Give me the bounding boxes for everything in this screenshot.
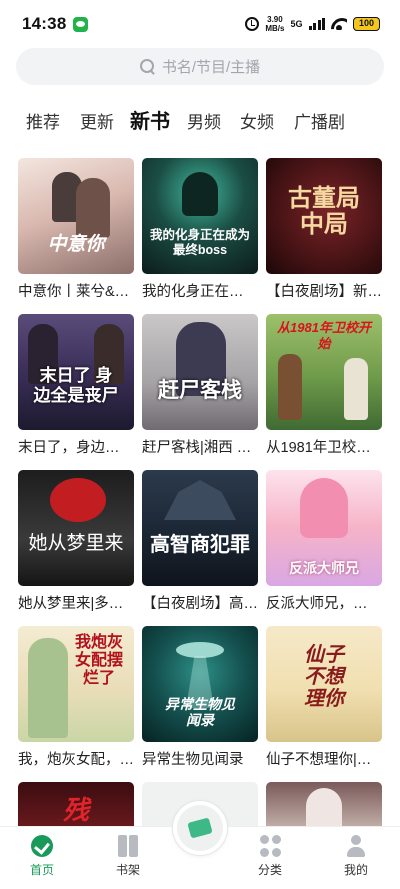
book-card[interactable]: 我的化身正在成为最终boss 我的化身正在… <box>142 158 258 301</box>
book-card[interactable]: 仙子不想理你 仙子不想理你|… <box>266 626 382 769</box>
cover-title: 中意你 <box>47 234 105 255</box>
book-cover: 古董局中局 <box>266 158 382 274</box>
category-tabs: 推荐 更新 新书 男频 女频 广播剧 <box>0 104 400 136</box>
book-cover: 她从梦里来 <box>18 470 134 586</box>
book-cover: 末日了 身边全是丧尸 <box>18 314 134 430</box>
book-card[interactable]: 从1981年卫校开始 从1981年卫校… <box>266 314 382 457</box>
book-title: 【白夜剧场】高… <box>142 596 258 612</box>
net-speed-value: 3.90 <box>267 15 283 24</box>
book-card[interactable]: 我炮灰女配摆烂了 我，炮灰女配，… <box>18 626 134 769</box>
cover-title: 反派大师兄 <box>289 560 359 576</box>
signal-icon <box>308 18 325 30</box>
book-card[interactable]: 中意你 中意你丨莱兮&… <box>18 158 134 301</box>
tab-recommend[interactable]: 推荐 <box>26 108 60 133</box>
category-icon <box>259 835 281 857</box>
tab-female[interactable]: 女频 <box>240 108 274 133</box>
nav-mine[interactable]: 我的 <box>326 835 386 878</box>
nav-home-label: 首页 <box>29 863 54 877</box>
alarm-icon <box>245 17 260 31</box>
book-title: 中意你丨莱兮&… <box>18 284 130 300</box>
book-card[interactable]: 她从梦里来 她从梦里来|多… <box>18 470 134 613</box>
profile-icon <box>345 835 367 857</box>
book-cover: 我的化身正在成为最终boss <box>142 158 258 274</box>
book-title: 反派大师兄，… <box>266 596 368 612</box>
cover-title: 仙子不想理你 <box>304 644 344 710</box>
cover-title: 异常生物见闻录 <box>165 696 235 728</box>
tab-new-books[interactable]: 新书 <box>130 105 170 134</box>
book-title: 我，炮灰女配，… <box>18 752 134 768</box>
book-card[interactable]: 高智商犯罪 【白夜剧场】高… <box>142 470 258 613</box>
cover-figure <box>28 638 68 738</box>
nav-category[interactable]: 分类 <box>240 835 300 878</box>
wechat-notification-icon <box>73 16 89 32</box>
cover-title: 赶尸客栈 <box>158 379 242 402</box>
cover-title: 从1981年卫校开始 <box>277 320 371 351</box>
search-icon <box>139 58 156 75</box>
book-title: 赶尸客栈|湘西 … <box>142 440 252 456</box>
network-type: 5G <box>290 19 303 29</box>
book-cover: 赶尸客栈 <box>142 314 258 430</box>
home-icon <box>31 835 53 857</box>
search-input[interactable]: 书名/节目/主播 <box>16 48 384 85</box>
status-time: 14:38 <box>22 14 67 33</box>
cover-ufo <box>176 642 224 658</box>
book-title: 仙子不想理你|… <box>266 752 372 768</box>
cover-title: 她从梦里来 <box>28 532 124 554</box>
book-title: 末日了，身边… <box>18 440 120 456</box>
status-bar: 14:38 3.90 MB/s 5G 100 <box>0 0 400 48</box>
cover-title: 末日了 身边全是丧尸 <box>33 366 119 405</box>
book-title: 从1981年卫校… <box>266 440 371 456</box>
book-card[interactable]: 末日了 身边全是丧尸 末日了，身边… <box>18 314 134 457</box>
cover-title: 残 <box>62 795 89 825</box>
book-card[interactable]: 赶尸客栈 赶尸客栈|湘西 … <box>142 314 258 457</box>
cover-building <box>164 480 236 520</box>
cover-title: 古董局中局 <box>288 185 360 238</box>
cover-title: 我的化身正在成为最终boss <box>149 228 250 257</box>
net-speed-unit: MB/s <box>265 24 285 33</box>
cover-title: 高智商犯罪 <box>150 534 250 556</box>
cover-title: 我炮灰女配摆烂了 <box>74 634 123 687</box>
nav-shelf[interactable]: 书架 <box>98 835 158 878</box>
book-cover: 异常生物见闻录 <box>142 626 258 742</box>
book-card[interactable] <box>266 782 382 832</box>
battery-icon: 100 <box>353 17 380 31</box>
search-placeholder: 书名/节目/主播 <box>161 59 261 76</box>
book-title: 【白夜剧场】新… <box>266 284 382 300</box>
bookshelf-icon <box>117 835 139 857</box>
book-title: 异常生物见闻录 <box>142 752 244 768</box>
cover-figure <box>344 358 368 420</box>
player-disc-icon <box>177 805 223 851</box>
book-cover: 中意你 <box>18 158 134 274</box>
nav-mine-label: 我的 <box>343 863 368 877</box>
book-cover: 高智商犯罪 <box>142 470 258 586</box>
tab-radio-drama[interactable]: 广播剧 <box>294 108 345 133</box>
book-card[interactable]: 异常生物见闻录 异常生物见闻录 <box>142 626 258 769</box>
book-cover: 我炮灰女配摆烂了 <box>18 626 134 742</box>
book-card[interactable]: 古董局中局 【白夜剧场】新… <box>266 158 382 301</box>
tab-male[interactable]: 男频 <box>187 108 221 133</box>
nav-category-label: 分类 <box>257 863 282 877</box>
book-title: 她从梦里来|多… <box>18 596 124 612</box>
book-card[interactable]: 反派大师兄 反派大师兄，… <box>266 470 382 613</box>
wifi-icon <box>331 18 347 30</box>
book-cover: 从1981年卫校开始 <box>266 314 382 430</box>
book-cover <box>266 782 382 832</box>
status-icons: 3.90 MB/s 5G 100 <box>245 15 380 33</box>
book-cover: 反派大师兄 <box>266 470 382 586</box>
cover-figure <box>278 354 302 420</box>
player-button[interactable] <box>172 800 228 856</box>
nav-shelf-label: 书架 <box>115 863 140 877</box>
cover-rose <box>50 478 106 522</box>
book-title: 我的化身正在… <box>142 284 244 300</box>
nav-home[interactable]: 首页 <box>12 835 72 878</box>
cover-figure <box>300 478 348 538</box>
cover-figure <box>182 172 218 216</box>
book-cover: 残 <box>18 782 134 832</box>
tab-updates[interactable]: 更新 <box>80 108 114 133</box>
net-speed: 3.90 MB/s <box>265 15 284 33</box>
book-cover: 仙子不想理你 <box>266 626 382 742</box>
book-card[interactable]: 残 <box>18 782 134 832</box>
